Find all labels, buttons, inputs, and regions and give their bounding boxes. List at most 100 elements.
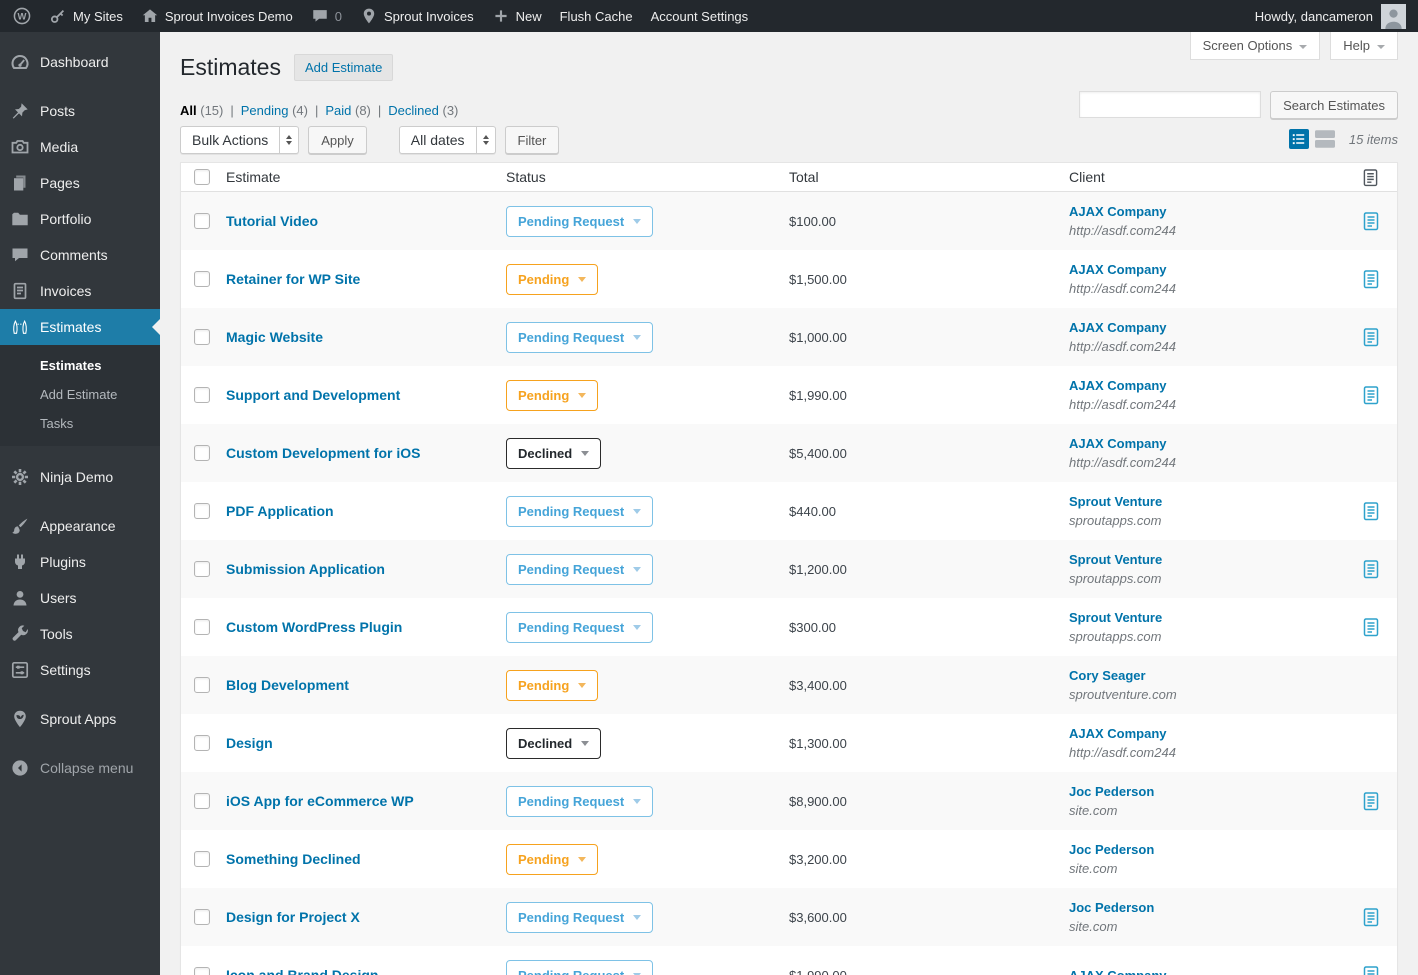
- help-tab[interactable]: Help: [1330, 32, 1398, 60]
- search-input[interactable]: [1079, 91, 1262, 118]
- status-dropdown-button[interactable]: Pending Request: [506, 785, 654, 817]
- sidebar-item-pages[interactable]: Pages: [0, 165, 160, 201]
- sidebar-item-appearance[interactable]: Appearance: [0, 508, 160, 544]
- estimate-doc-icon[interactable]: [1363, 907, 1379, 927]
- select-all-checkbox[interactable]: [194, 169, 210, 185]
- estimate-title-link[interactable]: Submission Application: [226, 561, 385, 577]
- client-link[interactable]: Joc Pederson: [1069, 842, 1154, 857]
- row-checkbox[interactable]: [194, 793, 210, 809]
- sidebar-subitem-estimates[interactable]: Estimates: [0, 351, 160, 380]
- status-dropdown-button[interactable]: Pending: [506, 669, 599, 701]
- estimate-title-link[interactable]: Blog Development: [226, 677, 349, 693]
- add-estimate-button[interactable]: Add Estimate: [293, 54, 394, 81]
- filter-declined[interactable]: Declined (3): [388, 103, 458, 118]
- row-checkbox[interactable]: [194, 387, 210, 403]
- estimate-doc-icon[interactable]: [1363, 965, 1379, 975]
- client-link[interactable]: Sprout Venture: [1069, 552, 1162, 567]
- row-checkbox[interactable]: [194, 851, 210, 867]
- status-dropdown-button[interactable]: Pending Request: [506, 901, 654, 933]
- estimate-doc-icon[interactable]: [1363, 559, 1379, 579]
- filter-all[interactable]: All (15): [180, 103, 223, 118]
- my-sites-menu[interactable]: My Sites: [40, 0, 132, 32]
- dates-filter-select[interactable]: All dates: [398, 126, 496, 154]
- estimate-doc-icon[interactable]: [1363, 791, 1379, 811]
- client-link[interactable]: Cory Seager: [1069, 668, 1146, 683]
- filter-paid[interactable]: Paid (8): [325, 103, 371, 118]
- estimate-doc-icon[interactable]: [1363, 211, 1379, 231]
- sidebar-item-tools[interactable]: Tools: [0, 616, 160, 652]
- estimate-title-link[interactable]: Custom WordPress Plugin: [226, 619, 402, 635]
- client-link[interactable]: AJAX Company: [1069, 378, 1167, 393]
- status-dropdown-button[interactable]: Pending: [506, 379, 599, 411]
- estimate-title-link[interactable]: Design: [226, 735, 273, 751]
- estimate-title-link[interactable]: Retainer for WP Site: [226, 271, 360, 287]
- client-link[interactable]: AJAX Company: [1069, 204, 1167, 219]
- site-name-menu[interactable]: Sprout Invoices Demo: [132, 0, 302, 32]
- status-dropdown-button[interactable]: Pending: [506, 843, 599, 875]
- estimate-doc-icon[interactable]: [1363, 327, 1379, 347]
- sidebar-item-users[interactable]: Users: [0, 580, 160, 616]
- estimate-title-link[interactable]: Something Declined: [226, 851, 361, 867]
- estimate-title-link[interactable]: Tutorial Video: [226, 213, 318, 229]
- status-dropdown-button[interactable]: Pending Request: [506, 495, 654, 527]
- client-link[interactable]: Joc Pederson: [1069, 784, 1154, 799]
- sidebar-item-invoices[interactable]: Invoices: [0, 273, 160, 309]
- row-checkbox[interactable]: [194, 735, 210, 751]
- row-checkbox[interactable]: [194, 909, 210, 925]
- status-dropdown-button[interactable]: Pending: [506, 263, 599, 295]
- filter-button[interactable]: Filter: [504, 126, 560, 154]
- account-settings-menu[interactable]: Account Settings: [642, 0, 758, 32]
- row-checkbox[interactable]: [194, 445, 210, 461]
- client-link[interactable]: AJAX Company: [1069, 262, 1167, 277]
- estimate-title-link[interactable]: Design for Project X: [226, 909, 360, 925]
- wp-logo-menu[interactable]: W: [4, 0, 40, 32]
- estimate-title-link[interactable]: Custom Development for iOS: [226, 445, 420, 461]
- sidebar-item-comments[interactable]: Comments: [0, 237, 160, 273]
- list-view-icon[interactable]: [1288, 129, 1309, 149]
- estimate-doc-icon[interactable]: [1363, 501, 1379, 521]
- sidebar-item-plugins[interactable]: Plugins: [0, 544, 160, 580]
- flush-cache-menu[interactable]: Flush Cache: [551, 0, 642, 32]
- sidebar-item-sprout-apps[interactable]: Sprout Apps: [0, 701, 160, 737]
- client-link[interactable]: Sprout Venture: [1069, 610, 1162, 625]
- search-estimates-button[interactable]: Search Estimates: [1270, 91, 1398, 119]
- new-content-menu[interactable]: New: [483, 0, 551, 32]
- row-checkbox[interactable]: [194, 503, 210, 519]
- sprout-invoices-menu[interactable]: Sprout Invoices: [351, 0, 483, 32]
- row-checkbox[interactable]: [194, 329, 210, 345]
- status-dropdown-button[interactable]: Pending Request: [506, 321, 654, 353]
- estimate-doc-icon[interactable]: [1363, 385, 1379, 405]
- estimate-title-link[interactable]: iOS App for eCommerce WP: [226, 793, 414, 809]
- status-dropdown-button[interactable]: Pending Request: [506, 959, 654, 975]
- excerpt-view-icon[interactable]: [1314, 129, 1335, 149]
- estimate-title-link[interactable]: Icon and Brand Design: [226, 967, 378, 975]
- row-checkbox[interactable]: [194, 619, 210, 635]
- row-checkbox[interactable]: [194, 271, 210, 287]
- sidebar-item-ninja-demo[interactable]: Ninja Demo: [0, 459, 160, 495]
- sidebar-item-media[interactable]: Media: [0, 129, 160, 165]
- status-dropdown-button[interactable]: Declined: [506, 727, 602, 759]
- apply-button[interactable]: Apply: [308, 126, 367, 154]
- sidebar-item-dashboard[interactable]: Dashboard: [0, 44, 160, 80]
- sidebar-subitem-add-estimate[interactable]: Add Estimate: [0, 380, 160, 409]
- estimate-doc-icon[interactable]: [1363, 617, 1379, 637]
- comments-indicator[interactable]: 0: [302, 0, 351, 32]
- row-checkbox[interactable]: [194, 561, 210, 577]
- sidebar-item-posts[interactable]: Posts: [0, 93, 160, 129]
- estimate-title-link[interactable]: PDF Application: [226, 503, 334, 519]
- status-dropdown-button[interactable]: Pending Request: [506, 205, 654, 237]
- estimate-title-link[interactable]: Magic Website: [226, 329, 323, 345]
- sidebar-item-estimates[interactable]: Estimates: [0, 309, 160, 345]
- client-link[interactable]: Joc Pederson: [1069, 900, 1154, 915]
- row-checkbox[interactable]: [194, 967, 210, 975]
- client-link[interactable]: AJAX Company: [1069, 320, 1167, 335]
- bulk-actions-select[interactable]: Bulk Actions: [180, 126, 300, 154]
- row-checkbox[interactable]: [194, 677, 210, 693]
- client-link[interactable]: Sprout Venture: [1069, 494, 1162, 509]
- howdy-account-menu[interactable]: Howdy, dancameron: [1247, 0, 1418, 32]
- status-dropdown-button[interactable]: Pending Request: [506, 611, 654, 643]
- sidebar-subitem-tasks[interactable]: Tasks: [0, 409, 160, 438]
- row-checkbox[interactable]: [194, 213, 210, 229]
- estimate-doc-icon[interactable]: [1363, 269, 1379, 289]
- screen-options-tab[interactable]: Screen Options: [1189, 32, 1321, 60]
